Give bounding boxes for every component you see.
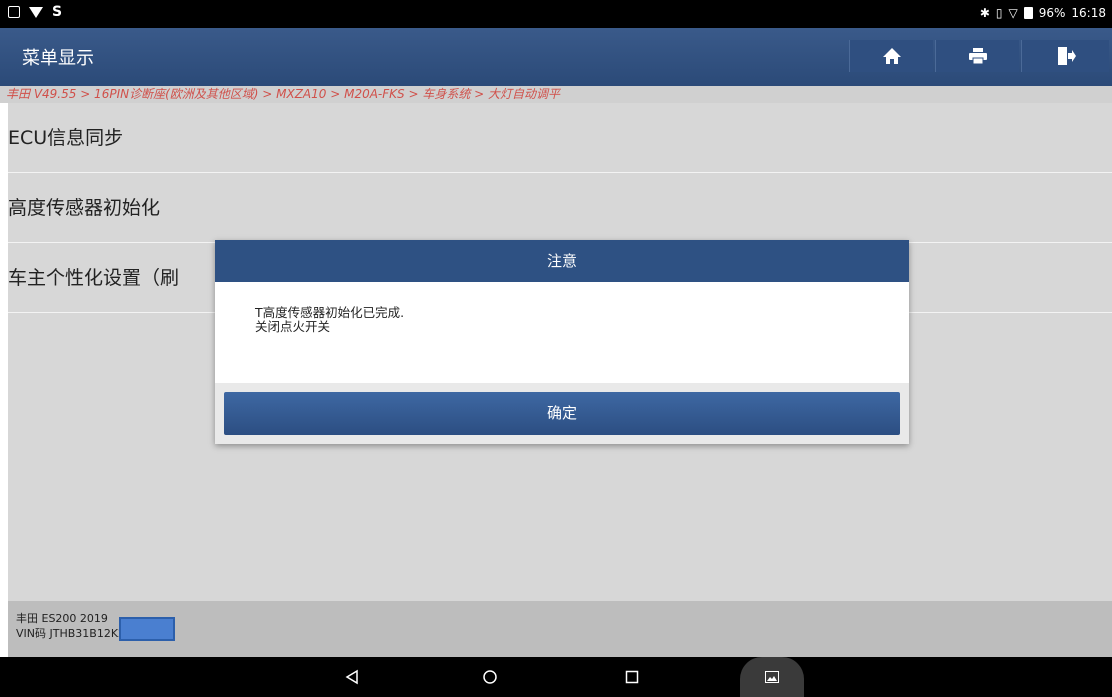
print-button[interactable] <box>935 40 1019 72</box>
dialog-message-line: 关闭点火开关 <box>255 319 331 334</box>
vibrate-icon: ▯ <box>995 6 1003 20</box>
notice-dialog: 注意 T高度传感器初始化已完成. 关闭点火开关 确定 <box>215 240 909 444</box>
menu-item-label: 车主个性化设置（刷 <box>8 267 180 289</box>
dialog-message-line: T高度传感器初始化已完成. <box>255 305 405 320</box>
home-button[interactable] <box>849 40 933 72</box>
menu-item-label: ECU信息同步 <box>8 127 124 149</box>
dialog-title: 注意 <box>215 240 909 282</box>
status-bar: S ✱ ▯ ▽ 96% 16:18 <box>0 0 1112 28</box>
screenshot-notification-icon <box>8 6 20 18</box>
app-notification-icon: S <box>52 4 63 20</box>
vin-number: VIN码 JTHB31B12K2 <box>16 626 126 640</box>
vehicle-model: 丰田 ES200 2019 <box>16 612 108 625</box>
back-button[interactable] <box>340 665 364 689</box>
wifi-icon <box>29 6 43 18</box>
exit-icon <box>1057 47 1076 65</box>
exit-button[interactable] <box>1021 40 1109 72</box>
breadcrumb: 丰田 V49.55 > 16PIN诊断座(欧洲及其他区域) > MXZA10 >… <box>0 86 1112 103</box>
menu-item-ecu-sync[interactable]: ECU信息同步 <box>8 103 1112 173</box>
signal-icon: ▽ <box>1008 6 1018 20</box>
navigation-bar <box>0 657 1112 697</box>
image-icon <box>765 671 779 683</box>
battery-level: 96% <box>1038 6 1066 20</box>
home-nav-button[interactable] <box>478 665 502 689</box>
recent-apps-icon <box>625 670 639 684</box>
home-icon <box>882 48 901 64</box>
confirm-button[interactable]: 确定 <box>224 392 900 435</box>
dialog-footer: 确定 <box>215 383 909 444</box>
bluetooth-icon: ✱ <box>979 6 990 20</box>
battery-icon <box>1023 7 1033 19</box>
clock: 16:18 <box>1071 6 1106 20</box>
back-icon <box>345 669 358 685</box>
menu-item-height-sensor-init[interactable]: 高度传感器初始化 <box>8 173 1112 243</box>
menu-item-label: 高度传感器初始化 <box>8 197 161 219</box>
circle-home-icon <box>483 670 497 684</box>
title-bar: 菜单显示 <box>0 28 1112 86</box>
dialog-message: T高度传感器初始化已完成. 关闭点火开关 <box>215 282 909 383</box>
page-title: 菜单显示 <box>22 48 94 69</box>
vin-redaction <box>119 617 176 641</box>
vehicle-info: 丰田 ES200 2019 VIN码 JTHB31B12K2 <box>8 601 1112 657</box>
screenshot-button[interactable] <box>740 657 804 697</box>
print-icon <box>968 48 987 65</box>
recent-apps-button[interactable] <box>620 665 644 689</box>
